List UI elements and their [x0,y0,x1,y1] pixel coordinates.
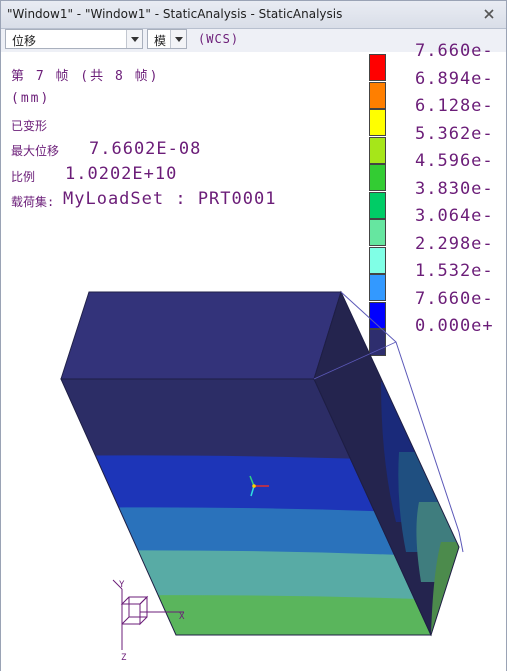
title-bar[interactable]: "Window1" - "Window1" - StaticAnalysis -… [1,1,506,29]
model-viewport[interactable]: 第 7 帧 (共 8 帧) (mm) 已变形 最大位移 7.6602E-08 比… [1,41,506,671]
quantity-select[interactable]: 位移 [5,29,143,49]
close-icon[interactable] [480,5,498,23]
component-select-value: 模 [154,34,167,48]
triad-x-label: X [179,612,185,622]
top-face [60,291,342,380]
triad-y-label: Y [119,580,125,590]
csys-label: (WCS) [198,32,240,46]
window-title: "Window1" - "Window1" - StaticAnalysis -… [7,7,343,21]
deformed-model: Y X Z [60,290,464,663]
quantity-select-value: 位移 [12,34,37,48]
chevron-down-icon[interactable] [126,30,142,48]
analysis-window: "Window1" - "Window1" - StaticAnalysis -… [0,0,507,671]
chevron-down-icon[interactable] [170,30,186,48]
triad-z-label: Z [121,653,127,663]
component-select[interactable]: 模 [147,29,187,49]
